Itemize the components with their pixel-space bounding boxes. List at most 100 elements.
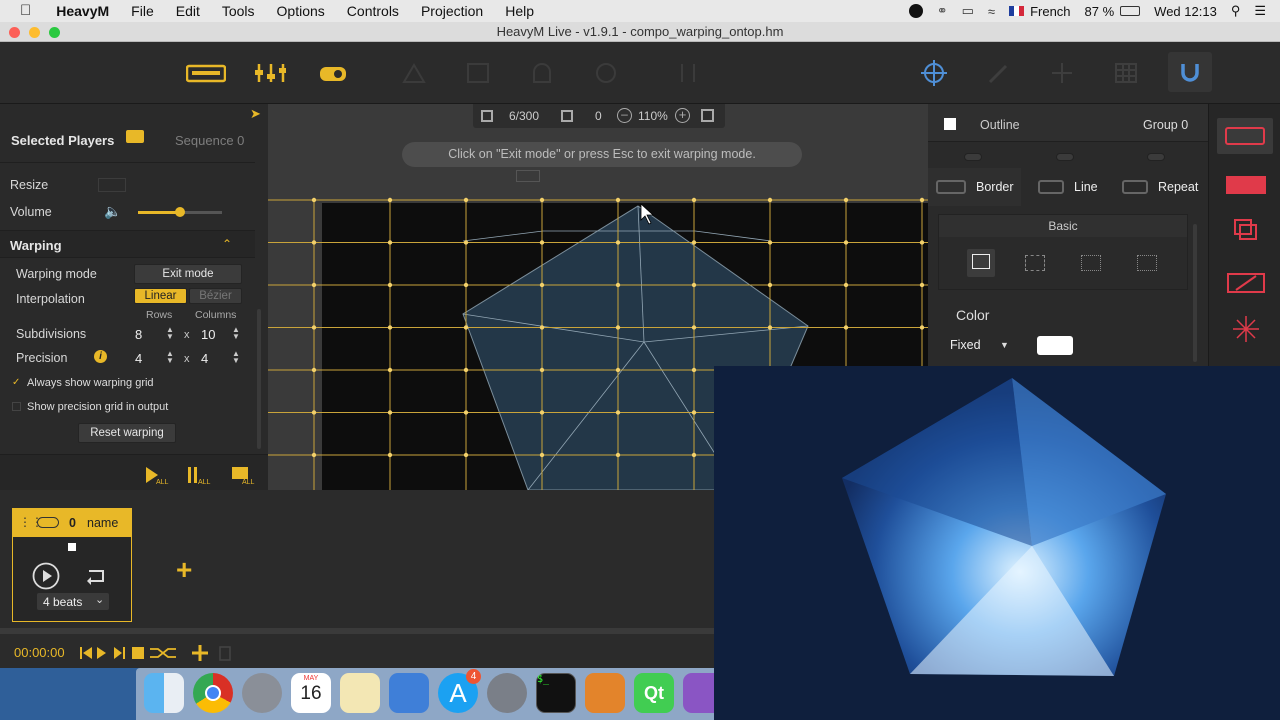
projector-icon[interactable]	[318, 60, 350, 86]
grid-control-point[interactable]	[539, 367, 545, 373]
tab-sequence[interactable]: Sequence 0	[175, 133, 244, 148]
fill-tool-icon[interactable]	[1226, 176, 1266, 194]
layers-icon[interactable]	[672, 60, 704, 86]
grid-control-point[interactable]	[387, 240, 393, 245]
grid-control-point[interactable]	[843, 325, 849, 330]
menu-app[interactable]: HeavyM	[42, 0, 120, 22]
tab-repeat[interactable]: Repeat	[1116, 168, 1208, 206]
grid-control-point[interactable]	[463, 282, 469, 288]
exit-mode-button[interactable]: Exit mode	[134, 264, 242, 284]
grid-control-point[interactable]	[387, 452, 393, 458]
grid-control-point[interactable]	[919, 197, 925, 203]
add-player-button[interactable]: +	[176, 554, 192, 586]
grid-control-point[interactable]	[691, 282, 697, 288]
menu-edit[interactable]: Edit	[165, 0, 211, 22]
grid-control-point[interactable]	[539, 197, 545, 203]
grid-control-point[interactable]	[615, 240, 621, 245]
style-rotate2-icon[interactable]	[1137, 255, 1157, 271]
prec-cols-stepper-icon[interactable]: ▲ ▼	[232, 350, 240, 365]
input-language[interactable]: French	[1030, 4, 1070, 19]
grid-control-point[interactable]	[387, 367, 393, 373]
color-swatch[interactable]	[1037, 336, 1073, 355]
grid-control-point[interactable]	[463, 367, 469, 373]
precision-rows-input[interactable]: 4	[135, 351, 142, 366]
subdivisions-rows-input[interactable]: 8	[135, 327, 142, 342]
grid-control-point[interactable]	[311, 282, 317, 288]
sparkle-tool-icon[interactable]	[1231, 314, 1261, 344]
sublime-text-icon[interactable]	[585, 673, 625, 713]
grid-control-point[interactable]	[311, 325, 317, 330]
grid-control-point[interactable]	[311, 367, 317, 373]
style-rotate-icon[interactable]	[1081, 255, 1101, 271]
polygon-shape-icon[interactable]	[526, 60, 558, 86]
volume-slider-knob[interactable]	[175, 207, 185, 217]
right-scrollbar[interactable]	[1193, 224, 1197, 362]
menu-options[interactable]: Options	[266, 0, 336, 22]
grid-control-point[interactable]	[463, 197, 469, 203]
dropdown-arrow-icon[interactable]: ▼	[1000, 340, 1009, 350]
style-dashed-icon[interactable]	[1025, 255, 1045, 271]
circle-shape-icon[interactable]	[590, 60, 622, 86]
grid-control-point[interactable]	[615, 197, 621, 203]
brush-icon[interactable]	[982, 60, 1014, 86]
player-name[interactable]: name	[87, 516, 118, 530]
player-play-icon[interactable]	[31, 561, 61, 591]
beats-dropdown[interactable]: 4 beats ⌄	[37, 593, 109, 610]
system-preferences-icon[interactable]	[487, 673, 527, 713]
grid-control-point[interactable]	[539, 240, 545, 245]
panel-scrollbar[interactable]	[257, 309, 261, 449]
grid-control-point[interactable]	[463, 410, 469, 415]
prec-rows-stepper-icon[interactable]: ▲ ▼	[166, 350, 174, 365]
battery-icon[interactable]	[1120, 6, 1141, 16]
toggle-2[interactable]	[1056, 153, 1074, 161]
grid-control-point[interactable]	[311, 197, 317, 203]
chrome-icon[interactable]	[193, 673, 233, 713]
rows-stepper-icon[interactable]: ▲ ▼	[166, 326, 174, 341]
app-store-icon[interactable]: A 4	[438, 669, 481, 713]
notification-center-icon[interactable]: ☰	[1254, 3, 1266, 19]
launchpad-icon[interactable]	[242, 673, 282, 713]
grid-control-point[interactable]	[539, 452, 545, 458]
grid-control-point[interactable]	[387, 325, 393, 330]
linear-toggle[interactable]: Linear	[134, 288, 187, 304]
grid-control-point[interactable]	[387, 410, 393, 415]
grid-control-point[interactable]	[767, 197, 773, 203]
grid-control-point[interactable]	[463, 452, 469, 458]
grid-control-point[interactable]	[387, 282, 393, 288]
grid-control-point[interactable]	[691, 410, 697, 415]
finder-icon[interactable]	[144, 673, 184, 713]
airplay-icon[interactable]: ▭	[962, 3, 974, 19]
grid-control-point[interactable]	[691, 367, 697, 373]
speaker-icon[interactable]: 🔈	[104, 203, 121, 220]
warping-crosshair-icon[interactable]	[918, 60, 950, 86]
calendar-icon[interactable]: MAY 16	[291, 673, 331, 713]
style-plain-icon[interactable]	[967, 249, 995, 277]
subdivisions-cols-input[interactable]: 10	[201, 327, 215, 342]
tab-selected-players[interactable]: Selected Players	[11, 133, 114, 148]
outline-checkbox[interactable]	[944, 118, 956, 130]
mirror-tool-icon[interactable]	[1226, 270, 1266, 296]
grid-control-point[interactable]	[539, 410, 545, 415]
grid-control-point[interactable]	[767, 240, 773, 245]
grid-control-point[interactable]	[615, 452, 621, 458]
spotlight-icon[interactable]: ⚲	[1231, 3, 1241, 19]
resize-icon[interactable]	[98, 178, 126, 192]
add-point-icon[interactable]	[1046, 60, 1078, 86]
grid-control-point[interactable]	[691, 452, 697, 458]
terminal-icon[interactable]: $_	[536, 673, 576, 713]
tab-border[interactable]: Border	[928, 168, 1021, 206]
grid-control-point[interactable]	[691, 325, 697, 330]
toggle-1[interactable]	[964, 153, 982, 161]
play-all-icon[interactable]: ALL	[144, 465, 170, 485]
menu-tools[interactable]: Tools	[211, 0, 266, 22]
keyboard-controls-icon[interactable]	[186, 60, 226, 86]
apple-icon[interactable]: 	[0, 0, 42, 22]
fixed-dropdown[interactable]: Fixed	[950, 338, 981, 352]
info-icon[interactable]: i	[94, 350, 107, 363]
grid-control-point[interactable]	[843, 240, 849, 245]
grid-control-point[interactable]	[919, 325, 925, 330]
grid-control-point[interactable]	[539, 282, 545, 288]
grid-control-point[interactable]	[767, 325, 773, 330]
status-app-icon[interactable]	[908, 4, 923, 18]
tab-line[interactable]: Line	[1024, 168, 1114, 206]
